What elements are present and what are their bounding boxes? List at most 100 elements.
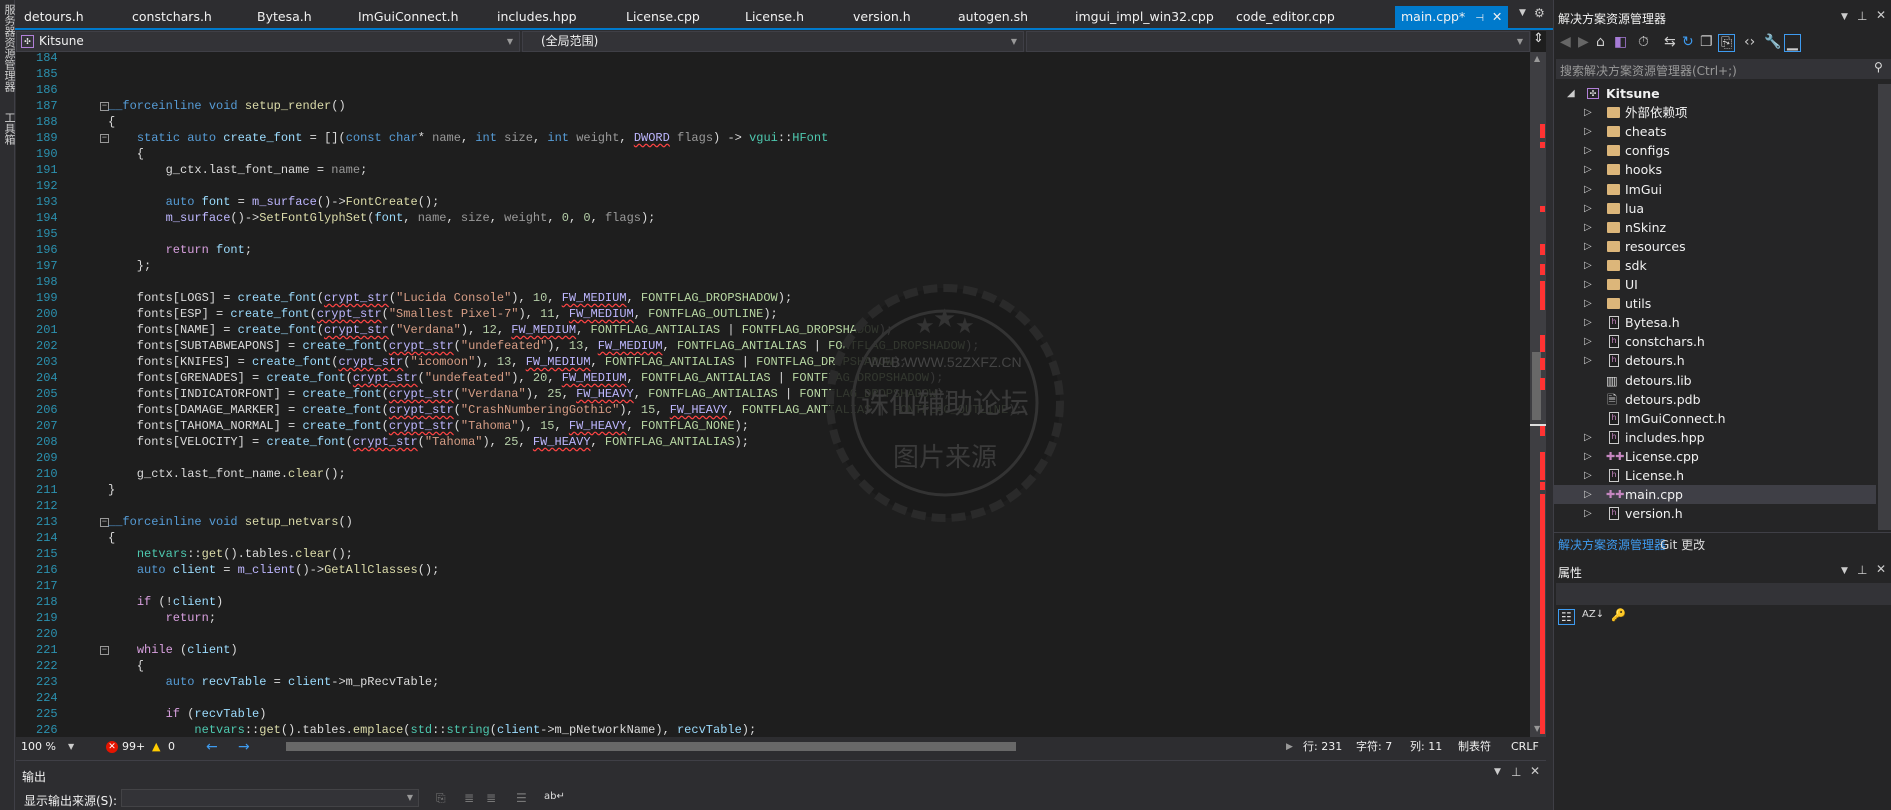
expand-arrow-icon[interactable]: ▷ — [1584, 199, 1592, 218]
expand-arrow-icon[interactable]: ▷ — [1584, 351, 1592, 370]
scroll-down-icon[interactable]: ▼ — [1534, 724, 1540, 733]
code-line[interactable]: 188 { — [16, 114, 1526, 130]
warning-count[interactable]: 0 — [168, 737, 175, 757]
error-count[interactable]: 99+ — [122, 737, 145, 757]
code-line[interactable]: 199 fonts[LOGS] = create_font(crypt_str(… — [16, 290, 1526, 306]
tab-license-h[interactable]: License.h — [745, 6, 804, 28]
indent-mode[interactable]: 制表符 — [1458, 737, 1491, 757]
code-line[interactable]: 221− while (client) — [16, 642, 1526, 658]
preview-icon[interactable]: ▁ — [1784, 34, 1801, 52]
tree-item[interactable]: ▷ resources — [1554, 237, 1876, 256]
code-line[interactable]: 198 — [16, 274, 1526, 290]
navigate-back-icon[interactable]: ← — [206, 737, 218, 757]
tab-code-editor-cpp[interactable]: code_editor.cpp — [1236, 6, 1335, 28]
tab-autogen-sh[interactable]: autogen.sh — [958, 6, 1028, 28]
code-line[interactable]: 205 fonts[INDICATORFONT] = create_font(c… — [16, 386, 1526, 402]
code-line[interactable]: 191 g_ctx.last_font_name = name; — [16, 162, 1526, 178]
expand-arrow-icon[interactable]: ▷ — [1584, 275, 1592, 294]
scope-dropdown[interactable]: (全局范围) ▼ — [522, 31, 1024, 52]
tree-item[interactable]: ▷ h includes.hpp — [1554, 428, 1876, 447]
expand-arrow-icon[interactable]: ▷ — [1584, 428, 1592, 447]
code-line[interactable]: 201 fonts[NAME] = create_font(crypt_str(… — [16, 322, 1526, 338]
tree-item-project[interactable]: ◢ ✣ Kitsune — [1554, 84, 1876, 103]
code-line[interactable]: 192 — [16, 178, 1526, 194]
expanded-arrow-icon[interactable]: ◢ — [1567, 84, 1575, 103]
properties-wrench-icon[interactable]: 🔧 — [1764, 34, 1781, 50]
code-line[interactable]: 226 netvars::get().tables.emplace(std::s… — [16, 722, 1526, 737]
tree-item[interactable]: ▷ h Bytesa.h — [1554, 313, 1876, 332]
tab-main-cpp-[interactable]: main.cpp* ⊣ ✕ — [1395, 6, 1509, 28]
code-line[interactable]: 211} — [16, 482, 1526, 498]
code-line[interactable]: 219 return; — [16, 610, 1526, 626]
close-icon[interactable]: ✕ — [1876, 562, 1886, 576]
tree-item[interactable]: ▷ hooks — [1554, 160, 1876, 179]
code-line[interactable]: 200 fonts[ESP] = create_font(crypt_str("… — [16, 306, 1526, 322]
tab-constchars-h[interactable]: constchars.h — [132, 6, 212, 28]
code-line[interactable]: 193 auto font = m_surface()->FontCreate(… — [16, 194, 1526, 210]
code-line[interactable]: 209 — [16, 450, 1526, 466]
code-line[interactable]: 197 }; — [16, 258, 1526, 274]
code-line[interactable]: 185 — [16, 66, 1526, 82]
expand-arrow-icon[interactable]: ▷ — [1584, 180, 1592, 199]
expand-arrow-icon[interactable]: ▷ — [1584, 256, 1592, 275]
view-code-icon[interactable]: ‹› — [1744, 34, 1755, 50]
tree-item[interactable]: ▷ h version.h — [1554, 504, 1876, 523]
tree-item[interactable]: 🗎 detours.pdb — [1554, 390, 1876, 409]
code-line[interactable]: 202 fonts[SUBTABWEAPONS] = create_font(c… — [16, 338, 1526, 354]
tree-item[interactable]: ▷ cheats — [1554, 122, 1876, 141]
refresh-icon[interactable]: ↻ — [1682, 34, 1694, 50]
tree-item[interactable]: ▷ ✚✚ License.cpp — [1554, 447, 1876, 466]
tab-includes-hpp[interactable]: includes.hpp — [497, 6, 577, 28]
code-line[interactable]: 189− static auto create_font = [](const … — [16, 130, 1526, 146]
pin-icon[interactable]: ⊥ — [1857, 563, 1867, 577]
tree-item[interactable]: ▷ h constchars.h — [1554, 332, 1876, 351]
close-icon[interactable]: ✕ — [1492, 9, 1502, 24]
tree-item[interactable]: ▷ configs — [1554, 141, 1876, 160]
pin-icon[interactable]: ⊥ — [1857, 9, 1867, 23]
expand-arrow-icon[interactable]: ▷ — [1584, 141, 1592, 160]
expand-arrow-icon[interactable]: ▷ — [1584, 103, 1592, 122]
tree-item[interactable]: ▷ 外部依赖项 — [1554, 103, 1876, 122]
tree-item[interactable]: ▥ detours.lib — [1554, 371, 1876, 390]
tree-item[interactable]: ▷ h License.h — [1554, 466, 1876, 485]
tab-license-cpp[interactable]: License.cpp — [626, 6, 700, 28]
properties-object-dropdown[interactable] — [1556, 583, 1891, 605]
expand-arrow-icon[interactable]: ▷ — [1584, 294, 1592, 313]
tree-item[interactable]: ▷ h detours.h — [1554, 351, 1876, 370]
gear-icon[interactable]: ⚙ — [1534, 6, 1545, 20]
code-line[interactable]: 210 g_ctx.last_font_name.clear(); — [16, 466, 1526, 482]
code-line[interactable]: 184 — [16, 52, 1526, 66]
split-window-icon[interactable]: ⇕ — [1531, 31, 1546, 52]
chevron-down-icon[interactable]: ▼ — [1494, 767, 1501, 777]
horizontal-scrollbar[interactable] — [286, 742, 1016, 751]
back-icon[interactable]: ◀ — [1560, 34, 1571, 50]
expand-arrow-icon[interactable]: ▷ — [1584, 332, 1592, 351]
code-line[interactable]: 186 — [16, 82, 1526, 98]
categorized-icon[interactable]: ☷ — [1558, 609, 1575, 625]
tree-item[interactable]: ▷ sdk — [1554, 256, 1876, 275]
home-icon[interactable]: ⌂ — [1596, 34, 1605, 50]
tab-version-h[interactable]: version.h — [853, 6, 911, 28]
pin-icon[interactable]: ⊣ — [1475, 13, 1484, 24]
expand-arrow-icon[interactable]: ▷ — [1584, 466, 1592, 485]
tab-imguiconnect-h[interactable]: ImGuiConnect.h — [358, 6, 459, 28]
code-line[interactable]: 213− __forceinline void setup_netvars() — [16, 514, 1526, 530]
project-dropdown[interactable]: ✣ Kitsune ▼ — [16, 31, 520, 52]
expand-arrow-icon[interactable]: ▷ — [1584, 313, 1592, 332]
expand-arrow-icon[interactable]: ▷ — [1584, 237, 1592, 256]
clear-all-icon[interactable]: ☰ — [516, 791, 527, 805]
code-line[interactable]: 222 { — [16, 658, 1526, 674]
forward-icon[interactable]: ▶ — [1578, 34, 1589, 50]
zoom-level[interactable]: 100 % — [21, 737, 56, 757]
tree-scrollbar[interactable] — [1878, 84, 1891, 530]
code-line[interactable]: 225 if (recvTable) — [16, 706, 1526, 722]
chevron-down-icon[interactable]: ▼ — [1841, 566, 1848, 576]
tree-item[interactable]: ▷ UI — [1554, 275, 1876, 294]
chevron-down-icon[interactable]: ▼ — [1841, 12, 1848, 22]
member-dropdown[interactable]: ▼ — [1026, 31, 1530, 52]
solution-search-input[interactable]: 搜索解决方案资源管理器(Ctrl+;) ⚲ — [1556, 59, 1891, 79]
previous-message-icon[interactable]: ≣ — [464, 791, 474, 805]
close-icon[interactable]: ✕ — [1876, 8, 1886, 22]
expand-arrow-icon[interactable]: ▷ — [1584, 122, 1592, 141]
tree-item[interactable]: ▷ lua — [1554, 199, 1876, 218]
